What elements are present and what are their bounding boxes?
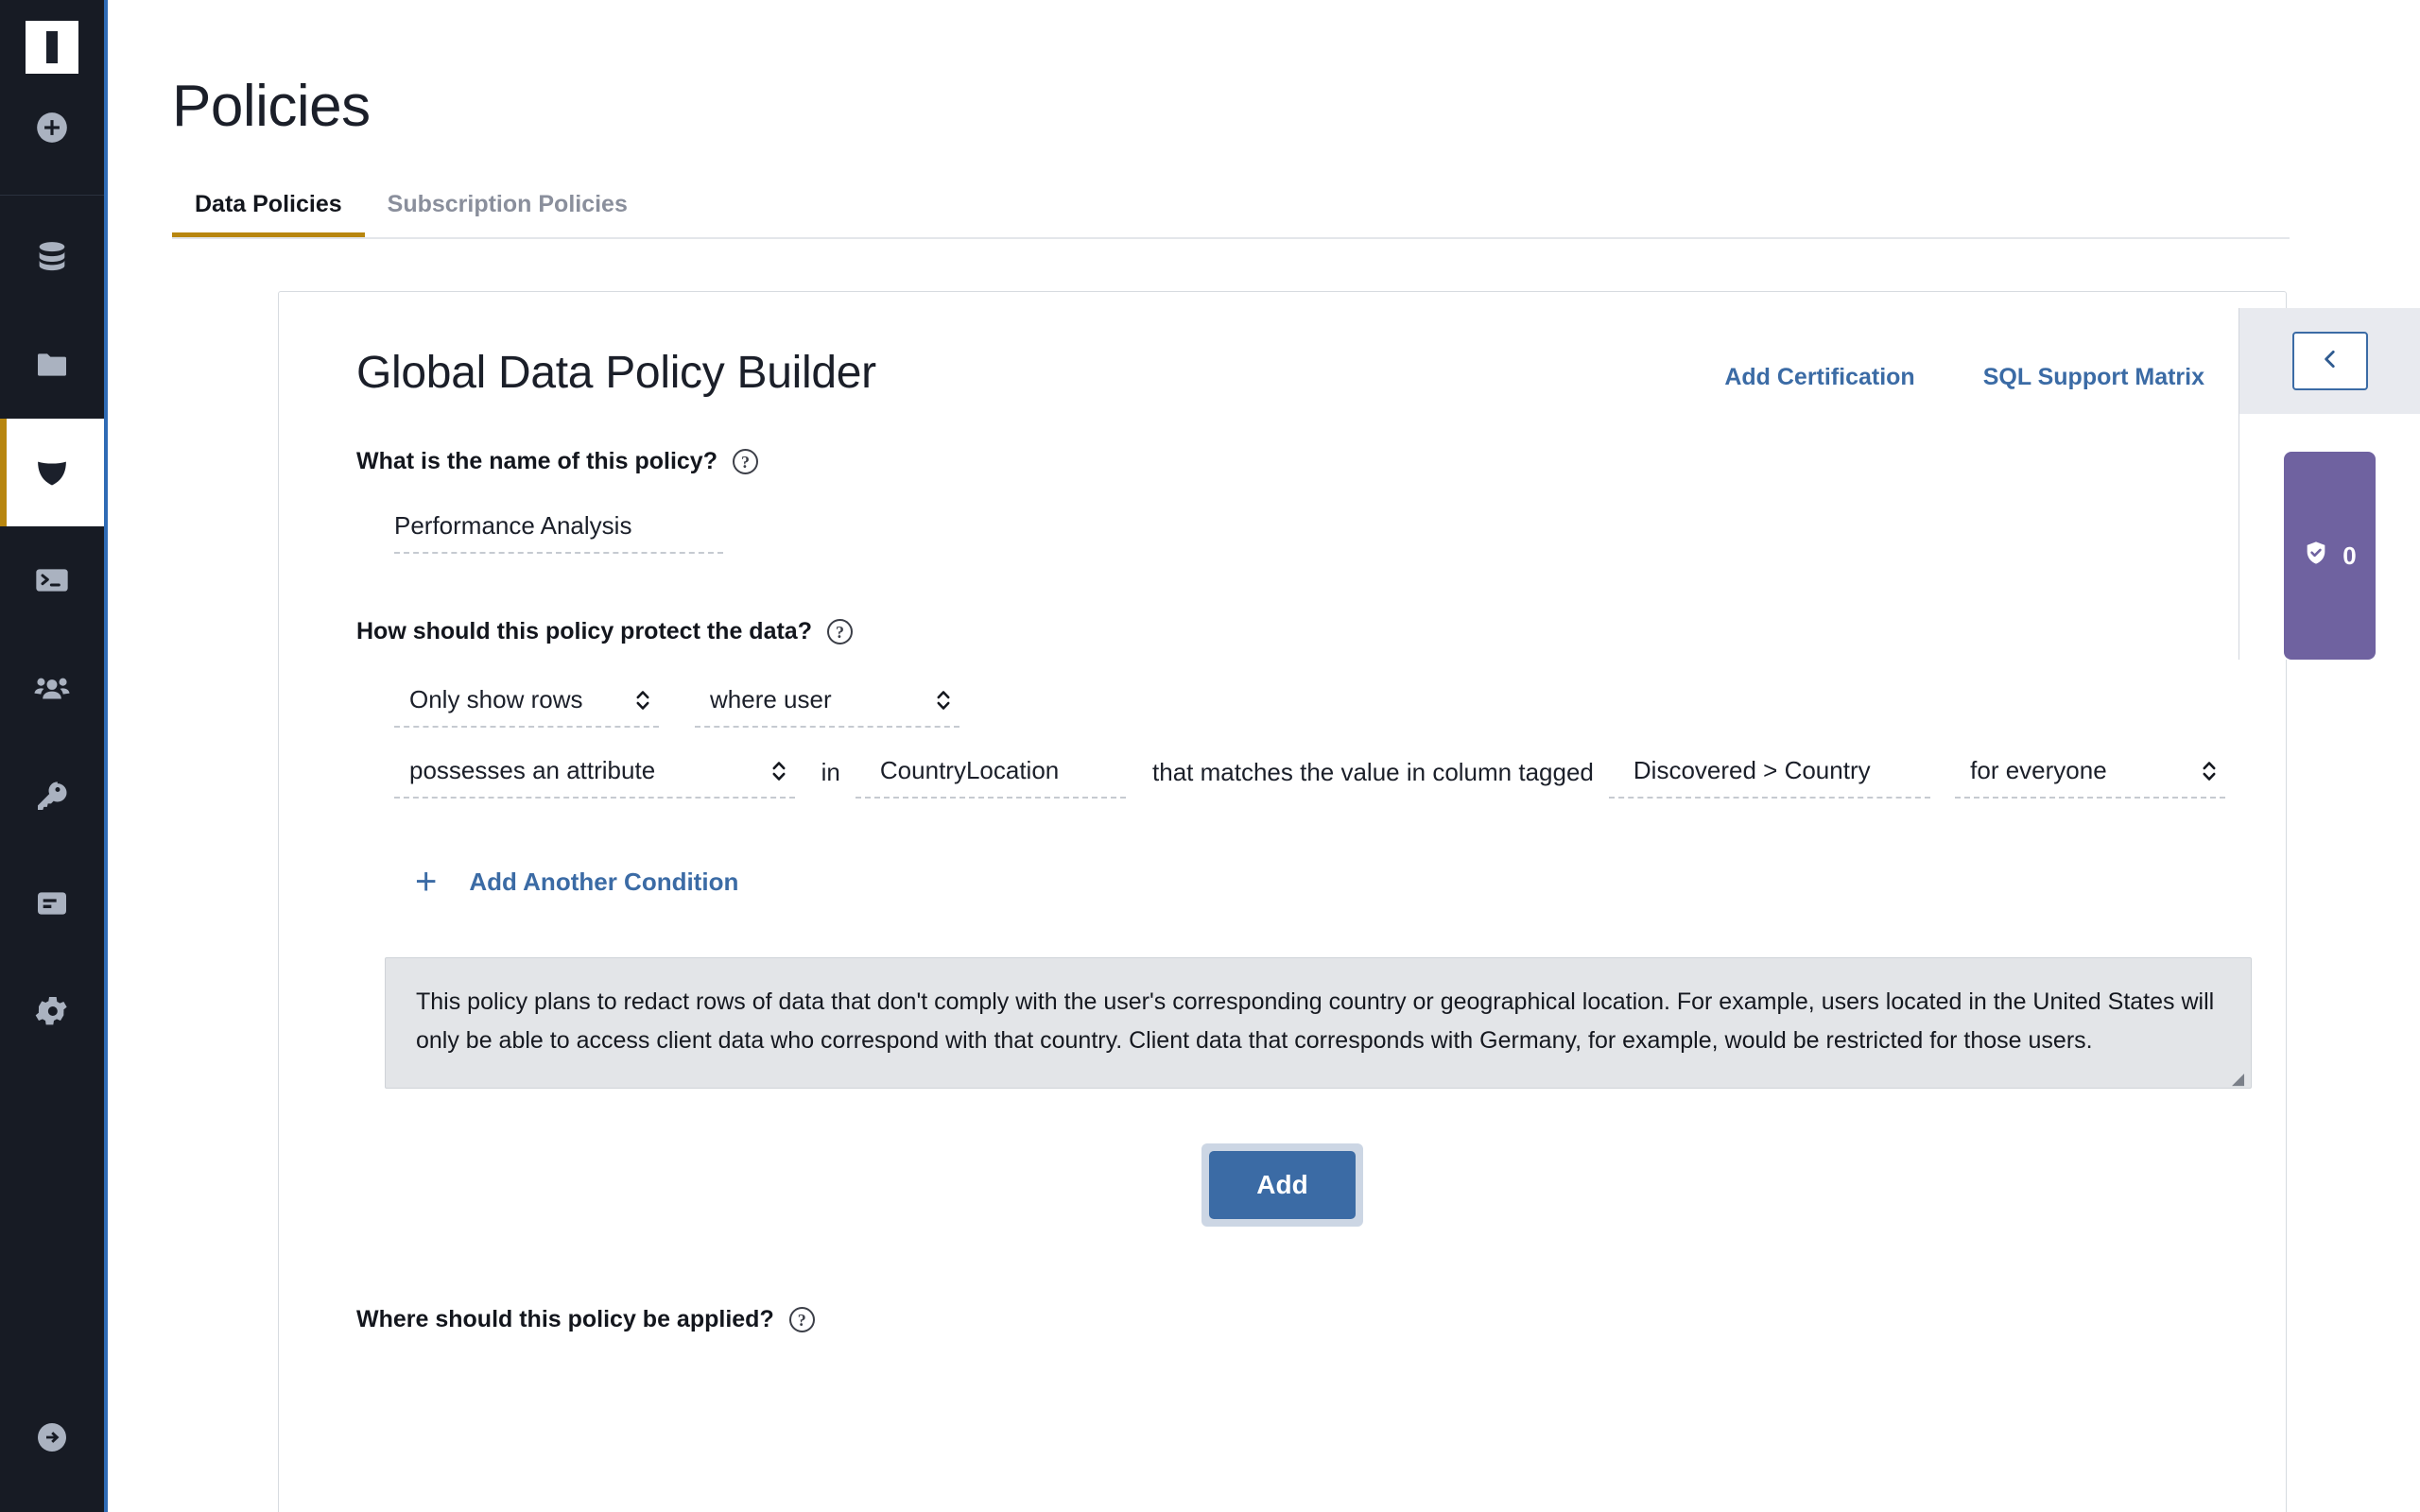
select-action[interactable]: Only show rows [394, 685, 659, 728]
right-rail: 0 [2238, 308, 2420, 660]
folder-icon [33, 346, 71, 384]
condition-row-2: possesses an attribute in CountryLocatio… [394, 756, 2225, 799]
policy-description-text: This policy plans to redact rows of data… [416, 988, 2215, 1054]
policy-applied-question: Where should this policy be applied? ? [356, 1306, 2225, 1333]
policy-name-question: What is the name of this policy? ? [356, 448, 2225, 475]
condition-static-in: in [821, 758, 840, 786]
chevron-updown-icon [634, 686, 651, 714]
chevron-left-icon [2318, 347, 2342, 376]
tag-field[interactable]: Discovered > Country [1608, 756, 1931, 799]
add-button[interactable]: Add [1209, 1151, 1356, 1219]
shield-check-icon [2303, 540, 2329, 573]
sql-support-matrix-link[interactable]: SQL Support Matrix [1983, 364, 2204, 391]
key-icon [33, 777, 71, 815]
select-scope[interactable]: for everyone [1955, 756, 2225, 799]
condition-static-matches: that matches the value in column tagged [1152, 758, 1594, 786]
add-another-condition-button[interactable]: + Add Another Condition [415, 863, 2225, 901]
add-button-row: Add [339, 1143, 2225, 1227]
resize-grip-icon[interactable]: ◢ [2232, 1071, 2247, 1087]
policy-name-input[interactable]: Performance Analysis [394, 511, 723, 554]
report-icon [33, 885, 71, 922]
help-icon[interactable]: ? [732, 449, 758, 474]
policy-name-question-label: What is the name of this policy? [356, 448, 717, 474]
policy-protect-question: How should this policy protect the data?… [356, 618, 2225, 645]
database-icon [33, 238, 71, 276]
left-icon-rail [0, 0, 108, 1512]
tab-data-policies[interactable]: Data Policies [172, 191, 365, 237]
select-subject[interactable]: where user [695, 685, 959, 728]
plus-circle-icon [34, 110, 70, 146]
help-icon[interactable]: ? [788, 1307, 815, 1332]
sidebar-item-data-sources[interactable] [0, 203, 104, 311]
add-button-focus-ring: Add [1201, 1143, 1363, 1227]
attribute-name-field[interactable]: CountryLocation [855, 756, 1127, 799]
chevron-updown-icon [770, 757, 787, 785]
collapse-panel-button[interactable] [2291, 332, 2368, 390]
sidebar-item-policies[interactable] [0, 419, 104, 526]
right-rail-body: 0 [2238, 414, 2420, 660]
sidebar-item-users[interactable] [0, 634, 104, 742]
page-title: Policies [172, 74, 371, 139]
card-header-links: Add Certification SQL Support Matrix [1724, 347, 2225, 391]
status-badge-count: 0 [2342, 541, 2357, 570]
card-title: Global Data Policy Builder [356, 348, 876, 398]
main-content: Policies Data Policies Subscription Poli… [108, 0, 2420, 1512]
rail-divider [0, 195, 104, 196]
tab-bar: Data Policies Subscription Policies [172, 191, 2290, 239]
shield-icon [32, 453, 72, 492]
policy-protect-question-label: How should this policy protect the data? [356, 618, 812, 644]
add-another-condition-label: Add Another Condition [469, 867, 739, 896]
select-scope-value: for everyone [1970, 756, 2107, 784]
right-rail-header [2238, 308, 2420, 414]
app-logo-bar [46, 31, 58, 63]
select-operator[interactable]: possesses an attribute [394, 756, 795, 799]
sidebar-item-reports[interactable] [0, 850, 104, 957]
sidebar-item-keys[interactable] [0, 742, 104, 850]
condition-row-1: Only show rows where user [394, 685, 2225, 728]
sidebar-item-projects[interactable] [0, 311, 104, 419]
policy-description-textarea[interactable]: This policy plans to redact rows of data… [385, 957, 2252, 1089]
add-certification-link[interactable]: Add Certification [1724, 364, 1914, 391]
chevron-updown-icon [2201, 757, 2218, 785]
policy-applied-question-label: Where should this policy be applied? [356, 1306, 774, 1332]
policy-builder-card: Global Data Policy Builder Add Certifica… [278, 291, 2287, 1512]
gear-icon [33, 992, 71, 1030]
chevron-updown-icon [935, 686, 952, 714]
sidebar-item-expand[interactable] [0, 1383, 104, 1491]
app-logo[interactable] [26, 21, 78, 74]
select-operator-value: possesses an attribute [409, 756, 656, 784]
sidebar-item-add[interactable] [0, 74, 104, 181]
help-icon[interactable]: ? [826, 619, 853, 644]
select-subject-value: where user [710, 685, 832, 713]
sidebar-item-terminal[interactable] [0, 526, 104, 634]
terminal-icon [33, 561, 71, 599]
plus-icon: + [415, 861, 438, 902]
card-header: Global Data Policy Builder Add Certifica… [339, 347, 2225, 399]
status-badge[interactable]: 0 [2284, 452, 2376, 660]
users-icon [32, 668, 72, 708]
arrow-right-circle-icon [35, 1420, 69, 1454]
sidebar-item-settings[interactable] [0, 957, 104, 1065]
select-action-value: Only show rows [409, 685, 583, 713]
tab-subscription-policies[interactable]: Subscription Policies [365, 191, 650, 237]
